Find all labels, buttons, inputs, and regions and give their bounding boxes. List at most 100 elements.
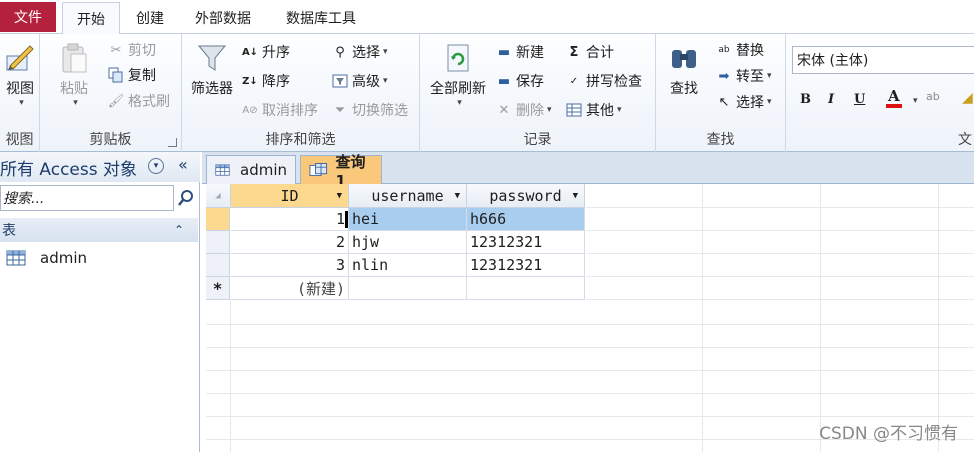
column-header-label: username [371, 186, 444, 205]
spelling-style-icon[interactable]: ab [926, 90, 940, 103]
collapse-category-icon[interactable]: ⌃ [174, 223, 184, 237]
save-record-button[interactable]: ▬ 保存 [496, 71, 544, 91]
nav-search-input[interactable]: 搜索... [0, 185, 174, 211]
table-cell-id[interactable]: 3 [231, 254, 349, 277]
select-all-corner[interactable]: ◢ [206, 184, 231, 208]
bold-button[interactable]: B [800, 92, 811, 107]
chevron-down-icon: ▾ [19, 98, 24, 108]
new-record-cell[interactable] [467, 277, 585, 300]
grid-line [206, 370, 974, 371]
find-button[interactable]: 查找 [662, 42, 706, 98]
chevron-down-icon: ▾ [547, 105, 552, 115]
copy-button[interactable]: 复制 [108, 65, 156, 85]
nav-pane-header[interactable]: 所有 Access 对象 ▾ « [0, 152, 200, 182]
grid-line [586, 207, 974, 208]
grid-line [586, 276, 974, 277]
select-button[interactable]: ↖ 选择 ▾ [716, 92, 772, 112]
paste-button[interactable]: 粘贴 ▾ [54, 42, 94, 108]
doc-tab-query1[interactable]: 查询1 [300, 153, 382, 190]
design-view-icon [6, 45, 34, 71]
toggle-filter-button[interactable]: ⏷ 切换筛选 [332, 100, 408, 120]
doc-tab-admin[interactable]: admin [206, 155, 296, 184]
delete-icon: ✕ [498, 102, 510, 118]
font-color-button[interactable]: A [886, 88, 902, 108]
more-records-button[interactable]: 其他 ▾ [566, 100, 622, 120]
table-icon [566, 102, 582, 118]
view-button[interactable]: 视图 ▾ [2, 42, 38, 108]
row-selector[interactable] [206, 208, 230, 231]
format-painter-label: 格式刷 [128, 94, 170, 110]
table-cell-id[interactable]: 2 [231, 231, 349, 254]
advanced-filter-button[interactable]: 高级 ▾ [332, 71, 388, 91]
chevron-down-icon[interactable]: ▼ [455, 191, 460, 201]
advanced-filter-label: 高级 [352, 74, 380, 90]
tab-home[interactable]: 开始 [62, 2, 120, 35]
underline-button[interactable]: U [854, 92, 865, 107]
column-header-username[interactable]: username ▼ [349, 184, 467, 208]
remove-sort-label: 取消排序 [262, 103, 318, 119]
cut-button[interactable]: ✂ 剪切 [108, 40, 156, 60]
sigma-icon: Σ [569, 44, 579, 60]
remove-sort-button[interactable]: A⊘ 取消排序 [242, 100, 318, 120]
paste-label: 粘贴 [60, 81, 88, 97]
navigation-pane: 所有 Access 对象 ▾ « 搜索... 表 ⌃ admin [0, 152, 200, 452]
table-icon [6, 250, 26, 266]
sort-descending-button[interactable]: Z↓ 降序 [242, 71, 290, 91]
table-cell-password[interactable]: h666 [467, 208, 585, 231]
format-painter-button[interactable]: 🖌 格式刷 [108, 91, 170, 111]
font-name-select[interactable]: 宋体 (主体) [792, 46, 974, 74]
new-record-button[interactable]: ▬ 新建 [496, 42, 544, 62]
query-icon [309, 163, 328, 177]
row-selector[interactable] [206, 254, 230, 277]
chevron-down-icon[interactable]: ▼ [337, 191, 342, 201]
italic-button[interactable]: I [828, 92, 834, 107]
tab-database-tools[interactable]: 数据库工具 [274, 2, 368, 34]
table-cell-username[interactable]: hjw [349, 231, 467, 254]
nav-pane-title: 所有 Access 对象 [0, 159, 138, 180]
dropdown-circle-icon[interactable]: ▾ [148, 158, 164, 174]
filter-button[interactable]: 筛选器 [188, 42, 236, 98]
totals-button[interactable]: Σ 合计 [566, 42, 614, 62]
highlight-icon[interactable]: ◢ [962, 90, 973, 106]
dialog-launcher-icon[interactable] [168, 138, 177, 147]
save-record-label: 保存 [516, 74, 544, 90]
grid-line [702, 184, 703, 452]
delete-record-button[interactable]: ✕ 删除 ▾ [496, 100, 552, 120]
goto-button[interactable]: ➡ 转至 ▾ [716, 66, 772, 86]
records-group-label: 记录 [523, 132, 552, 148]
selection-filter-button[interactable]: ⚲ 选择 ▾ [332, 42, 388, 62]
nav-category-tables[interactable]: 表 ⌃ [0, 218, 198, 242]
find-group-label: 查找 [706, 132, 735, 148]
table-cell-id[interactable]: 1 [231, 208, 349, 231]
table-cell-username[interactable]: hei [349, 208, 467, 231]
clear-sort-icon: A⊘ [242, 104, 258, 116]
more-records-label: 其他 [586, 103, 614, 119]
search-icon[interactable] [176, 188, 196, 208]
collapse-pane-icon[interactable]: « [178, 155, 188, 174]
new-record-cell[interactable] [349, 277, 467, 300]
scissors-icon: ✂ [110, 42, 122, 58]
new-row-marker[interactable]: * [206, 277, 230, 300]
chevron-down-icon: ▾ [913, 96, 918, 106]
chevron-down-icon[interactable]: ▼ [573, 191, 578, 201]
filter-label: 筛选器 [191, 81, 233, 97]
refresh-all-button[interactable]: 全部刷新 ▾ [426, 42, 490, 108]
table-cell-password[interactable]: 12312321 [467, 231, 585, 254]
table-cell-username[interactable]: nlin [349, 254, 467, 277]
tab-create[interactable]: 创建 [128, 2, 172, 34]
spelling-button[interactable]: ✓ 拼写检查 [566, 71, 642, 91]
row-selector[interactable] [206, 231, 230, 254]
toggle-filter-label: 切换筛选 [352, 103, 408, 119]
select-label: 选择 [736, 95, 764, 111]
new-record-cell[interactable]: (新建) [231, 277, 349, 300]
nav-item-admin[interactable]: admin [6, 246, 196, 270]
file-tab[interactable]: 文件 [0, 2, 56, 32]
tab-external-data[interactable]: 外部数据 [184, 2, 262, 34]
column-header-password[interactable]: password ▼ [467, 184, 585, 208]
table-cell-password[interactable]: 12312321 [467, 254, 585, 277]
sort-ascending-button[interactable]: A↓ 升序 [242, 42, 290, 62]
spelling-label: 拼写检查 [586, 74, 642, 90]
column-header-id[interactable]: ID ▼ [231, 184, 349, 208]
replace-button[interactable]: ab 替换 [716, 40, 764, 60]
chevron-down-icon: ▾ [383, 47, 388, 57]
